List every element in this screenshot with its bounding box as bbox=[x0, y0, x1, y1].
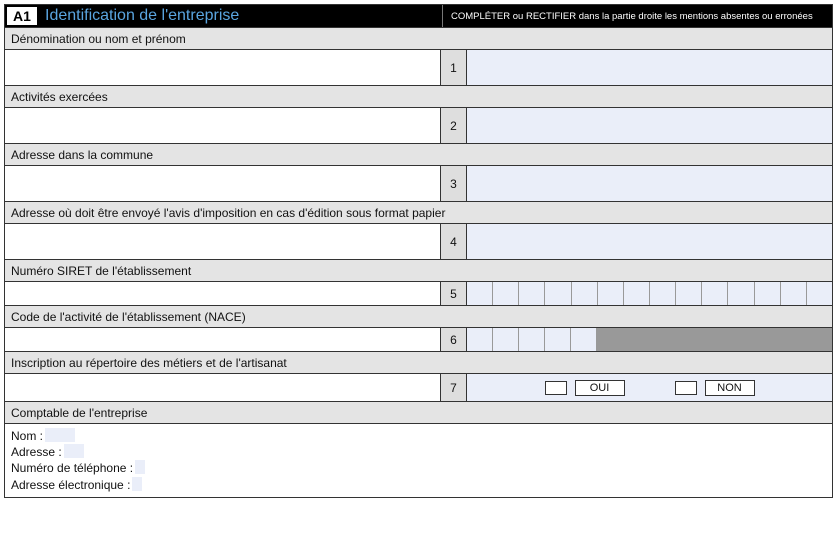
display-siret bbox=[5, 282, 441, 305]
label-denomination: Dénomination ou nom et prénom bbox=[5, 27, 832, 49]
input-nace[interactable] bbox=[467, 328, 832, 351]
label-oui: OUI bbox=[575, 380, 625, 396]
row-nace: 6 bbox=[5, 327, 832, 351]
nace-disabled-area bbox=[597, 328, 832, 351]
comptable-adresse-label: Adresse : bbox=[11, 444, 62, 460]
nace-char[interactable] bbox=[493, 328, 519, 351]
field-number-5: 5 bbox=[441, 282, 467, 305]
label-adresse-avis: Adresse où doit être envoyé l'avis d'imp… bbox=[5, 201, 832, 223]
siret-digit[interactable] bbox=[702, 282, 728, 305]
siret-digit[interactable] bbox=[755, 282, 781, 305]
nace-char[interactable] bbox=[545, 328, 571, 351]
siret-digit[interactable] bbox=[467, 282, 493, 305]
comptable-tel-label: Numéro de téléphone : bbox=[11, 460, 133, 476]
display-adresse-avis bbox=[5, 224, 441, 259]
siret-digit[interactable] bbox=[598, 282, 624, 305]
siret-digit[interactable] bbox=[572, 282, 598, 305]
row-activites: 2 bbox=[5, 107, 832, 143]
section-header: A1 Identification de l'entreprise COMPLÉ… bbox=[5, 5, 832, 27]
option-oui: OUI bbox=[545, 380, 625, 396]
comptable-adresse-value[interactable] bbox=[64, 444, 84, 458]
siret-grid bbox=[467, 282, 832, 305]
field-number-2: 2 bbox=[441, 108, 467, 143]
siret-digit[interactable] bbox=[650, 282, 676, 305]
siret-digit[interactable] bbox=[545, 282, 571, 305]
comptable-nom-label: Nom : bbox=[11, 428, 43, 444]
row-adresse-avis: 4 bbox=[5, 223, 832, 259]
checkbox-oui[interactable] bbox=[545, 381, 567, 395]
row-denomination: 1 bbox=[5, 49, 832, 85]
siret-digit[interactable] bbox=[728, 282, 754, 305]
field-number-7: 7 bbox=[441, 374, 467, 401]
section-code: A1 bbox=[7, 7, 37, 25]
siret-digit[interactable] bbox=[519, 282, 545, 305]
label-adresse-commune: Adresse dans la commune bbox=[5, 143, 832, 165]
yesno-group: OUI NON bbox=[467, 374, 832, 401]
label-siret: Numéro SIRET de l'établissement bbox=[5, 259, 832, 281]
nace-char[interactable] bbox=[467, 328, 493, 351]
siret-digit[interactable] bbox=[781, 282, 807, 305]
comptable-tel-line: Numéro de téléphone : bbox=[11, 460, 826, 476]
input-activites[interactable] bbox=[467, 108, 832, 143]
comptable-nom-line: Nom : bbox=[11, 428, 826, 444]
siret-digit[interactable] bbox=[676, 282, 702, 305]
input-siret[interactable] bbox=[467, 282, 832, 305]
input-adresse-avis[interactable] bbox=[467, 224, 832, 259]
display-denomination bbox=[5, 50, 441, 85]
row-adresse-commune: 3 bbox=[5, 165, 832, 201]
comptable-block: Nom : Adresse : Numéro de téléphone : Ad… bbox=[5, 423, 832, 497]
display-nace bbox=[5, 328, 441, 351]
nace-grid bbox=[467, 328, 832, 351]
nace-char[interactable] bbox=[571, 328, 597, 351]
comptable-nom-value[interactable] bbox=[45, 428, 75, 442]
label-inscription: Inscription au répertoire des métiers et… bbox=[5, 351, 832, 373]
input-denomination[interactable] bbox=[467, 50, 832, 85]
siret-digit[interactable] bbox=[493, 282, 519, 305]
comptable-email-line: Adresse électronique : bbox=[11, 477, 826, 493]
display-inscription bbox=[5, 374, 441, 401]
field-number-4: 4 bbox=[441, 224, 467, 259]
input-adresse-commune[interactable] bbox=[467, 166, 832, 201]
display-activites bbox=[5, 108, 441, 143]
comptable-email-label: Adresse électronique : bbox=[11, 477, 130, 493]
form-section-a1: A1 Identification de l'entreprise COMPLÉ… bbox=[4, 4, 833, 498]
row-inscription: 7 OUI NON bbox=[5, 373, 832, 401]
comptable-tel-value[interactable] bbox=[135, 460, 145, 474]
checkbox-non[interactable] bbox=[675, 381, 697, 395]
siret-digit[interactable] bbox=[807, 282, 832, 305]
siret-digit[interactable] bbox=[624, 282, 650, 305]
nace-char[interactable] bbox=[519, 328, 545, 351]
comptable-email-value[interactable] bbox=[132, 477, 142, 491]
label-activites: Activités exercées bbox=[5, 85, 832, 107]
comptable-adresse-line: Adresse : bbox=[11, 444, 826, 460]
field-number-3: 3 bbox=[441, 166, 467, 201]
option-non: NON bbox=[675, 380, 755, 396]
label-comptable: Comptable de l'entreprise bbox=[5, 401, 832, 423]
label-non: NON bbox=[705, 380, 755, 396]
field-number-1: 1 bbox=[441, 50, 467, 85]
row-siret: 5 bbox=[5, 281, 832, 305]
label-nace: Code de l'activité de l'établissement (N… bbox=[5, 305, 832, 327]
section-instruction: COMPLÉTER ou RECTIFIER dans la partie dr… bbox=[443, 5, 832, 27]
display-adresse-commune bbox=[5, 166, 441, 201]
field-number-6: 6 bbox=[441, 328, 467, 351]
section-title: Identification de l'entreprise bbox=[37, 5, 442, 27]
